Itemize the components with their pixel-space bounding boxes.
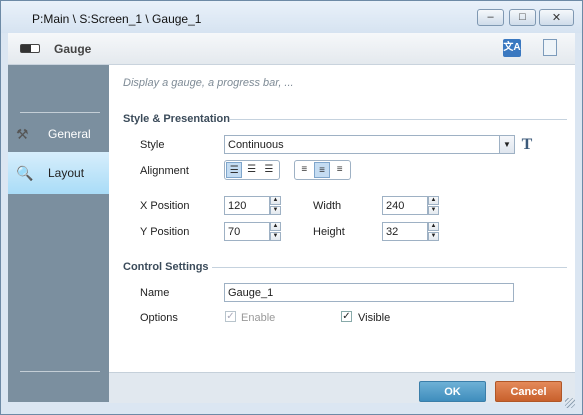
enable-checkbox[interactable]: ✓	[225, 311, 236, 322]
spin-down-icon[interactable]: ▼	[270, 206, 281, 215]
align-middle-icon[interactable]: ≡	[313, 162, 331, 178]
content-panel: Display a gauge, a progress bar, ... Sty…	[109, 65, 575, 372]
name-input[interactable]: Gauge_1	[224, 283, 514, 302]
height-label: Height	[313, 226, 345, 238]
spin-up-icon[interactable]: ▲	[428, 196, 439, 205]
chevron-down-icon[interactable]: ▼	[499, 136, 514, 153]
x-position-input[interactable]: 120	[224, 196, 270, 215]
height-value: 32	[386, 226, 399, 238]
spin-up-icon[interactable]: ▲	[270, 222, 281, 231]
title-bar: P:Main \ S:Screen_1 \ Gauge_1 – □ ✕	[1, 1, 582, 33]
maximize-icon: □	[519, 11, 526, 23]
height-spinner[interactable]: ▲ ▼	[428, 222, 439, 241]
page-icon[interactable]	[543, 39, 557, 56]
width-label: Width	[313, 200, 342, 212]
style-label: Style	[140, 139, 165, 151]
name-label: Name	[140, 287, 170, 299]
y-position-value: 70	[228, 226, 241, 238]
sidebar-item-label: Layout	[48, 166, 85, 180]
translate-icon[interactable]: 文A	[503, 39, 521, 57]
dialog-footer: OK Cancel	[109, 372, 575, 403]
x-position-label: X Position	[140, 200, 190, 212]
horizontal-alignment-group: ☰ ☰ ☰	[224, 160, 280, 180]
spin-down-icon[interactable]: ▼	[428, 206, 439, 215]
width-input[interactable]: 240	[382, 196, 428, 215]
sidebar: ⚒ General 🔍 Layout	[8, 65, 109, 402]
name-value: Gauge_1	[228, 287, 274, 299]
section-title-style: Style & Presentation	[123, 113, 230, 125]
sidebar-item-layout[interactable]: 🔍 Layout	[8, 152, 109, 194]
y-position-input[interactable]: 70	[224, 222, 270, 241]
visible-checkbox[interactable]: ✓	[341, 311, 352, 322]
align-left-icon[interactable]: ☰	[226, 162, 243, 178]
align-bottom-icon[interactable]: ≡	[331, 162, 348, 178]
sidebar-divider	[20, 371, 100, 372]
window-title: P:Main \ S:Screen_1 \ Gauge_1	[32, 12, 202, 26]
options-label: Options	[140, 312, 178, 324]
header-title: Gauge	[54, 42, 92, 56]
spin-up-icon[interactable]: ▲	[428, 222, 439, 231]
section-divider	[212, 267, 567, 268]
enable-label: Enable	[241, 312, 276, 324]
ok-button[interactable]: OK	[419, 381, 486, 402]
align-center-icon[interactable]: ☰	[243, 162, 259, 178]
spin-down-icon[interactable]: ▼	[270, 232, 281, 241]
magnifier-icon: 🔍	[16, 165, 34, 181]
width-value: 240	[386, 200, 405, 212]
minimize-button[interactable]: –	[477, 9, 504, 26]
cancel-button[interactable]: Cancel	[495, 381, 562, 402]
dialog-header: Gauge 文A	[8, 33, 575, 65]
dialog-window: P:Main \ S:Screen_1 \ Gauge_1 – □ ✕ Gaug…	[0, 0, 583, 415]
tools-icon: ⚒	[16, 126, 29, 142]
x-position-spinner[interactable]: ▲ ▼	[270, 196, 281, 215]
section-title-control: Control Settings	[123, 261, 209, 273]
spin-up-icon[interactable]: ▲	[270, 196, 281, 205]
y-position-label: Y Position	[140, 226, 190, 238]
align-right-icon[interactable]: ☰	[261, 162, 277, 178]
text-style-button[interactable]: T	[518, 135, 536, 154]
y-position-spinner[interactable]: ▲ ▼	[270, 222, 281, 241]
description-text: Display a gauge, a progress bar, ...	[123, 77, 294, 89]
alignment-label: Alignment	[140, 165, 189, 177]
style-select[interactable]: Continuous ▼	[224, 135, 515, 154]
gauge-icon	[20, 44, 40, 53]
x-position-value: 120	[228, 200, 247, 212]
style-value: Continuous	[228, 139, 284, 151]
vertical-alignment-group: ≡ ≡ ≡	[294, 160, 351, 180]
resize-grip[interactable]	[565, 398, 575, 408]
spin-down-icon[interactable]: ▼	[428, 232, 439, 241]
align-top-icon[interactable]: ≡	[296, 162, 313, 178]
maximize-button[interactable]: □	[509, 9, 536, 26]
visible-label: Visible	[358, 312, 391, 324]
close-icon: ✕	[551, 12, 562, 24]
section-divider	[230, 119, 567, 120]
close-button[interactable]: ✕	[539, 9, 574, 26]
sidebar-item-general[interactable]: ⚒ General	[8, 113, 109, 155]
height-input[interactable]: 32	[382, 222, 428, 241]
minimize-icon: –	[487, 11, 494, 23]
sidebar-item-label: General	[48, 127, 91, 141]
width-spinner[interactable]: ▲ ▼	[428, 196, 439, 215]
